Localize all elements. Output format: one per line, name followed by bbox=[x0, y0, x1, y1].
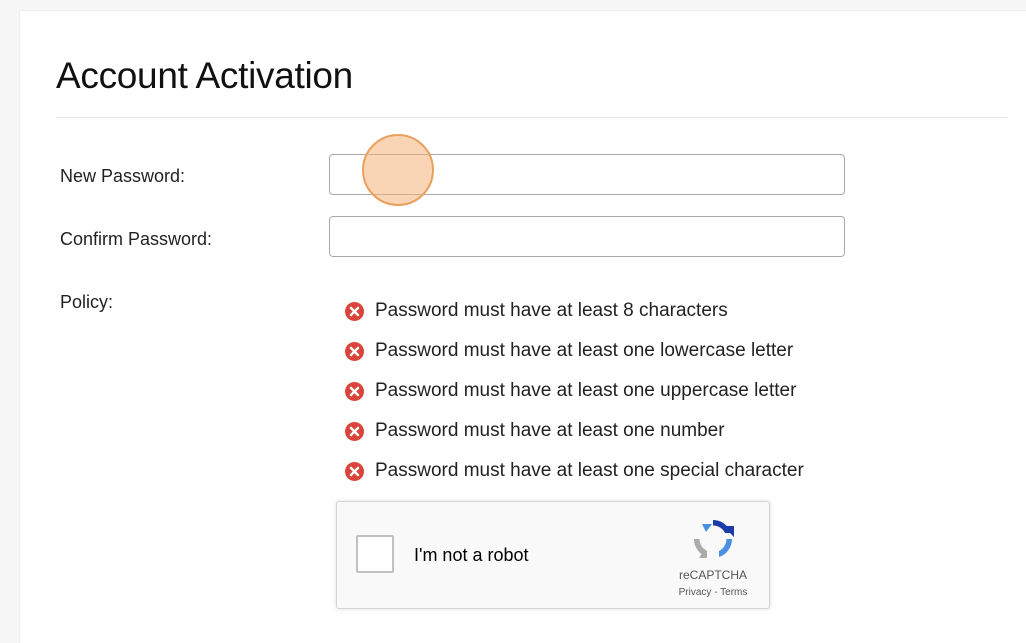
link-separator: - bbox=[711, 587, 721, 598]
recaptcha-checkbox[interactable] bbox=[356, 535, 394, 573]
policy-item: Password must have at least 8 characters bbox=[345, 291, 804, 331]
recaptcha-label: I'm not a robot bbox=[414, 545, 529, 565]
x-circle-icon bbox=[345, 301, 364, 321]
recaptcha-links: Privacy - Terms bbox=[658, 587, 768, 598]
page-title: Account Activation bbox=[56, 55, 353, 96]
x-circle-icon bbox=[345, 341, 364, 361]
recaptcha-logo-icon bbox=[694, 520, 734, 558]
policy-item: Password must have at least one lowercas… bbox=[345, 331, 804, 371]
new-password-field[interactable] bbox=[329, 154, 845, 195]
x-circle-icon bbox=[345, 421, 364, 441]
recaptcha-widget: I'm not a robot reCAPTCHA Privacy - Term… bbox=[336, 501, 770, 609]
policy-label: Policy: bbox=[60, 292, 114, 312]
terms-link[interactable]: Terms bbox=[720, 587, 747, 598]
policy-item-text: Password must have at least 8 characters bbox=[375, 300, 728, 321]
password-policy-list: Password must have at least 8 characters… bbox=[345, 291, 804, 491]
recaptcha-brand: reCAPTCHA bbox=[678, 568, 747, 582]
activation-card: Account Activation New Password: Confirm… bbox=[20, 11, 1026, 643]
confirm-password-field[interactable] bbox=[329, 216, 845, 257]
policy-item-text: Password must have at least one number bbox=[375, 420, 725, 441]
x-circle-icon bbox=[345, 461, 364, 481]
policy-item: Password must have at least one uppercas… bbox=[345, 371, 804, 411]
confirm-password-label: Confirm Password: bbox=[60, 229, 213, 249]
policy-item-text: Password must have at least one uppercas… bbox=[375, 380, 797, 401]
title-divider bbox=[56, 117, 1007, 118]
policy-item-text: Password must have at least one special … bbox=[375, 460, 804, 481]
policy-item: Password must have at least one number bbox=[345, 411, 804, 451]
x-circle-icon bbox=[345, 381, 364, 401]
policy-item-text: Password must have at least one lowercas… bbox=[375, 340, 794, 361]
policy-item: Password must have at least one special … bbox=[345, 451, 804, 491]
privacy-link[interactable]: Privacy bbox=[679, 587, 712, 598]
new-password-label: New Password: bbox=[60, 166, 186, 186]
